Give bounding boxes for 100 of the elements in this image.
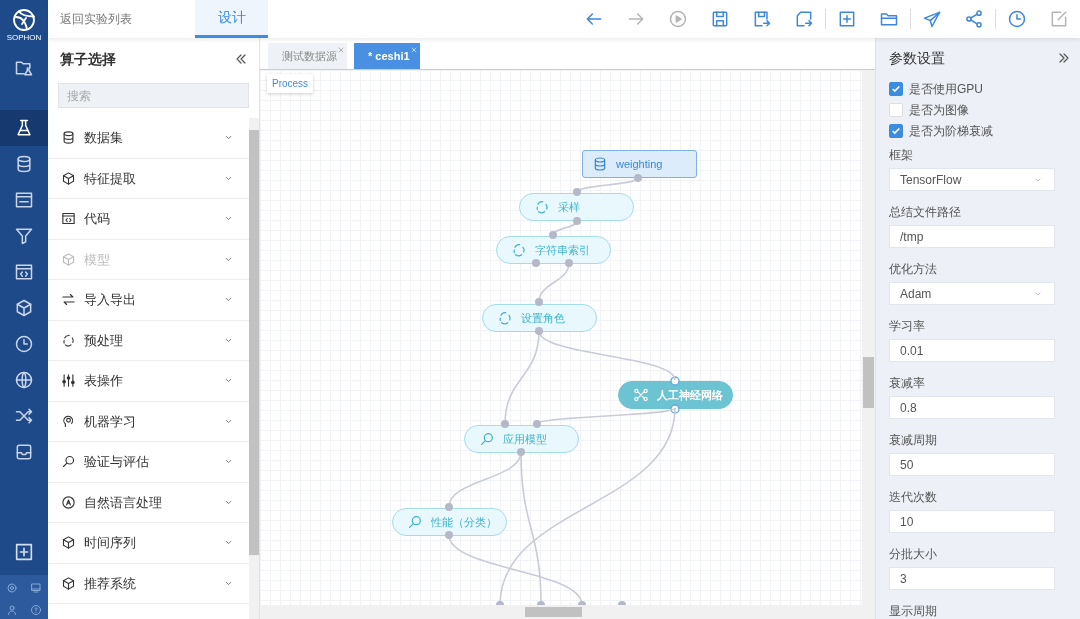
history-icon (14, 334, 34, 354)
search-icon (407, 514, 423, 530)
rail-button[interactable] (0, 110, 48, 146)
category-label: 表操作 (84, 372, 124, 390)
port-dot[interactable] (501, 420, 509, 428)
settings-icon (6, 581, 18, 594)
port-dot[interactable] (670, 404, 680, 414)
port-dot[interactable] (573, 188, 581, 196)
logo-icon (12, 8, 36, 32)
chat-icon (61, 494, 76, 510)
share-icon (964, 9, 984, 29)
field-label: 框架 (889, 147, 914, 164)
sliders-icon (61, 373, 76, 389)
folder-flask-icon (14, 58, 34, 78)
code-icon (14, 262, 34, 282)
checkbox[interactable] (889, 123, 903, 138)
field-label: 衰减率 (889, 375, 926, 392)
category-label: 机器学习 (84, 412, 137, 431)
window-icon (14, 190, 34, 210)
scrollbar-thumb[interactable] (525, 607, 582, 617)
port-dot[interactable] (532, 259, 540, 267)
category-label: 模型 (84, 250, 111, 269)
port-dot[interactable] (535, 327, 543, 335)
filter-icon (14, 226, 34, 246)
edit-icon (1049, 9, 1069, 29)
input-field[interactable]: 0.01 (889, 339, 1055, 362)
input-field[interactable]: /tmp (889, 225, 1055, 248)
checkbox-label: 是否为阶梯衰减 (909, 122, 993, 140)
inbox-icon (14, 442, 34, 462)
swap-icon (61, 292, 76, 308)
checkbox-label: 是否为图像 (909, 101, 969, 119)
check-icon (891, 83, 901, 94)
process-label: Process (267, 74, 314, 93)
field-label: 分批大小 (889, 546, 938, 563)
search-field[interactable]: 搜索 (58, 83, 249, 108)
scrollbar-thumb[interactable] (249, 130, 259, 555)
cube-icon (61, 575, 76, 591)
port-dot[interactable] (517, 448, 525, 456)
category-label: 时间序列 (84, 534, 137, 552)
search-icon (61, 454, 76, 470)
logo-text: SOPHON (6, 34, 42, 42)
refresh-icon (61, 332, 76, 348)
cube-icon (61, 170, 76, 186)
panel-title: 算子选择 (60, 49, 116, 69)
port-dot[interactable] (445, 503, 453, 511)
port-dot[interactable] (533, 420, 541, 428)
field-label: 优化方法 (889, 261, 938, 278)
database-icon (592, 156, 608, 172)
flask-icon (14, 118, 34, 138)
input-field[interactable]: 50 (889, 453, 1055, 476)
close-icon[interactable] (337, 46, 345, 54)
refresh-icon (497, 310, 513, 326)
panel-title: 参数设置 (889, 48, 945, 68)
refresh-icon (511, 242, 527, 258)
input-field[interactable]: 10 (889, 510, 1055, 533)
category-label: 推荐系统 (84, 574, 137, 593)
field-label: 迭代次数 (889, 489, 938, 506)
send-icon (922, 9, 942, 29)
category-label: 数据集 (84, 129, 124, 147)
back-link[interactable]: 返回实验列表 (48, 0, 195, 38)
port-dot[interactable] (670, 376, 680, 386)
globe-icon (14, 370, 34, 390)
field-label: 显示周期 (889, 603, 938, 619)
field-label: 学习率 (889, 318, 926, 335)
port-dot[interactable] (565, 259, 573, 267)
checkbox-label: 是否使用GPU (909, 80, 983, 98)
database-icon (61, 130, 76, 146)
field-label: 总结文件路径 (889, 204, 962, 221)
port-dot[interactable] (573, 217, 581, 225)
search-icon (479, 431, 495, 447)
checkbox[interactable] (889, 81, 903, 96)
add-icon (837, 9, 857, 29)
shuffle-icon (14, 406, 34, 426)
scrollbar-thumb[interactable] (863, 357, 874, 408)
category-label: 预处理 (84, 331, 124, 350)
head-icon (61, 413, 76, 429)
cube-icon (14, 298, 34, 318)
scrollbar[interactable] (249, 118, 259, 619)
add-icon[interactable] (13, 541, 35, 563)
monitor-icon (30, 581, 42, 594)
network-icon (633, 387, 649, 403)
save-as-icon (752, 9, 772, 29)
scrollbar[interactable] (862, 70, 875, 605)
close-icon[interactable] (409, 46, 418, 54)
scrollbar[interactable] (260, 605, 875, 619)
category-label: 特征提取 (84, 169, 137, 188)
cube-icon (61, 251, 76, 267)
select-field[interactable]: TensorFlow (889, 168, 1055, 191)
select-field[interactable]: Adam (889, 282, 1055, 305)
field-label: 衰减周期 (889, 432, 938, 449)
port-dot[interactable] (445, 531, 453, 539)
cube-icon (61, 535, 76, 551)
port-dot[interactable] (634, 174, 642, 182)
database-icon (14, 154, 34, 174)
refresh-icon (534, 199, 550, 215)
input-field[interactable]: 0.8 (889, 396, 1055, 419)
port-dot[interactable] (549, 231, 557, 239)
user-icon (6, 603, 18, 616)
input-field[interactable]: 3 (889, 567, 1055, 590)
port-dot[interactable] (535, 298, 543, 306)
